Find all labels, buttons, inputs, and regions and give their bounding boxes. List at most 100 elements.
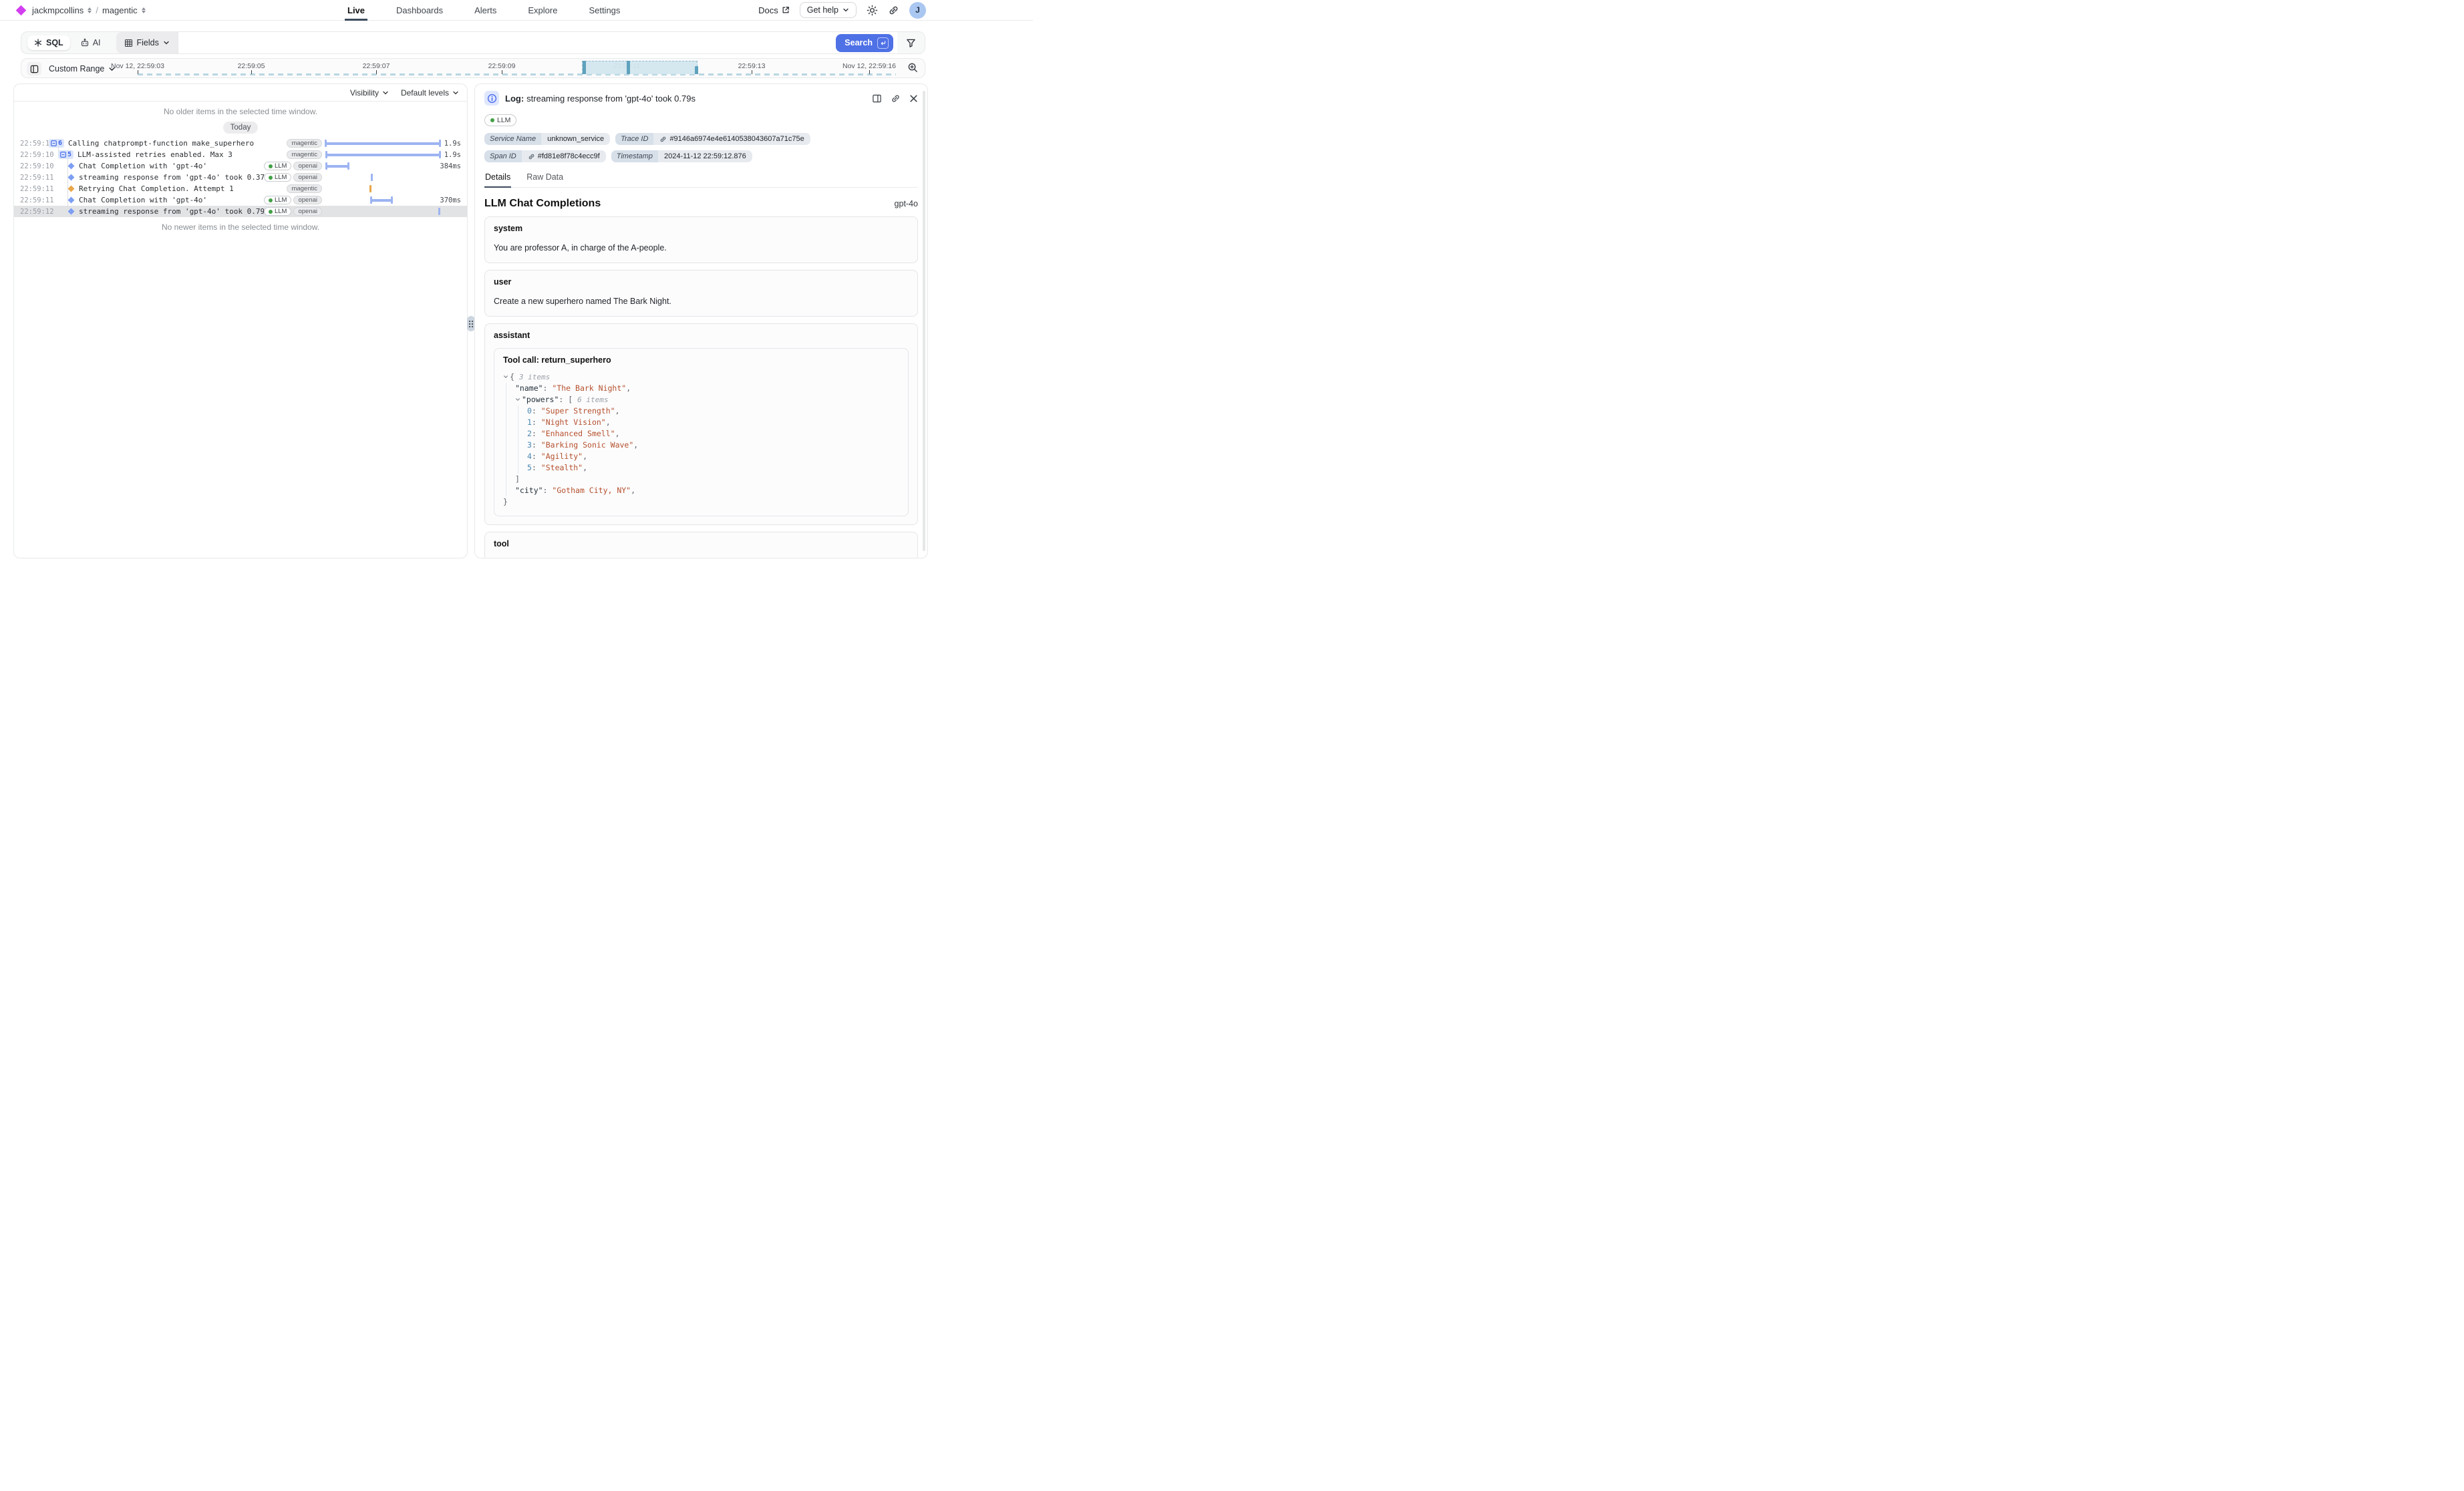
robot-icon (80, 38, 90, 47)
query-toolbar: SQL AI Fields Search (21, 31, 925, 54)
json-line: 0: "Super Strength", (527, 405, 899, 417)
zoom-in-button[interactable] (907, 62, 919, 73)
span-diamond-icon (68, 163, 75, 170)
timeline-tick-label: 22:59:07 (363, 62, 390, 70)
json-line: "name": "The Bark Night", (515, 383, 899, 394)
get-help-label: Get help (807, 5, 838, 15)
log-row[interactable]: 22:59:11streaming response from 'gpt-4o'… (14, 172, 467, 183)
levels-dropdown[interactable]: Default levels (401, 88, 459, 98)
nav-item-explore[interactable]: Explore (528, 0, 557, 21)
llm-status-dot (269, 198, 273, 202)
row-message: Calling chatprompt-function make_superhe… (68, 139, 254, 148)
open-in-view-button[interactable] (872, 94, 882, 104)
visibility-dropdown[interactable]: Visibility (350, 88, 389, 98)
model-name: gpt-4o (895, 199, 918, 208)
chevron-down-icon (842, 7, 849, 13)
meta-value: unknown_service (541, 133, 610, 145)
tab-details[interactable]: Details (484, 171, 511, 187)
tag-badge: magentic (287, 150, 322, 159)
message-text: 1 validation error for Superhero name Va… (494, 558, 909, 559)
row-tags: LLMopenai (264, 206, 322, 217)
close-icon[interactable] (909, 94, 918, 103)
row-tags: magentic (287, 149, 322, 160)
collapse-toggle[interactable]: 5 (58, 150, 73, 159)
project-name: magentic (102, 5, 138, 15)
timeline-tick-label: Nov 12, 22:59:03 (111, 62, 164, 70)
docs-link[interactable]: Docs (758, 5, 790, 15)
tag-badge: openai (293, 207, 322, 216)
tool-call-card: Tool call: return_superhero{ 3 items"nam… (494, 348, 909, 516)
collapse-caret-icon[interactable] (503, 374, 508, 379)
llm-status-dot (269, 164, 273, 168)
meta-label: Span ID (484, 150, 522, 162)
query-input[interactable] (185, 38, 836, 47)
query-input-wrap: Search (178, 32, 897, 53)
message-role: system (494, 224, 909, 233)
meta-value[interactable]: #fd81e8f78c4ecc9f (522, 150, 606, 162)
row-timestamp: 22:59:10 (14, 151, 47, 159)
log-row[interactable]: 22:59:11 Retrying Chat Completion. Attemp… (14, 183, 467, 194)
row-timestamp: 22:59:12 (14, 208, 47, 216)
theme-toggle-button[interactable] (867, 5, 878, 16)
json-line: "city": "Gotham City, NY", (515, 485, 899, 496)
tool-call-json: { 3 items"name": "The Bark Night","power… (503, 371, 899, 508)
meta-timestamp: Timestamp2024-11-12 22:59:12.876 (611, 150, 752, 162)
user-avatar[interactable]: J (909, 2, 926, 19)
row-timestamp: 22:59:11 (14, 185, 47, 193)
nav-item-alerts[interactable]: Alerts (474, 0, 496, 21)
collapse-caret-icon[interactable] (515, 397, 520, 402)
row-message: Retrying Chat Completion. Attempt 1 (79, 184, 234, 193)
row-timestamp: 22:59:10 (14, 140, 47, 148)
share-link-button[interactable] (888, 5, 899, 16)
row-timestamp: 22:59:11 (14, 196, 47, 204)
json-line: "powers": [ 6 items (515, 394, 899, 405)
tag-badge: magentic (287, 184, 322, 193)
org-name: jackmpcollins (32, 5, 84, 15)
log-row[interactable]: 22:59:12 streaming response from 'gpt-4o'… (14, 206, 467, 217)
span-duration-bar (371, 199, 392, 202)
get-help-button[interactable]: Get help (800, 2, 857, 18)
app-header: jackmpcollins / magentic Live Dashboards A… (0, 0, 1033, 21)
row-message: streaming response from 'gpt-4o' took 0.… (79, 207, 269, 216)
visibility-label: Visibility (350, 88, 379, 98)
meta-value[interactable]: #9146a6974e4e6140538043607a71c75e (653, 133, 810, 145)
log-row[interactable]: 22:59:106 Calling chatprompt-function mak… (14, 138, 467, 149)
message-card-tool: tool 1 validation error for Superhero nam… (484, 532, 918, 559)
breadcrumb-separator: / (96, 5, 98, 15)
json-line: 4: "Agility", (527, 451, 899, 462)
json-children: "name": "The Bark Night","powers": [ 6 i… (506, 383, 899, 496)
sql-mode-button[interactable]: SQL (27, 35, 70, 50)
link-icon (659, 136, 667, 143)
scrollbar[interactable] (923, 91, 925, 551)
main-nav: Live Dashboards Alerts Explore Settings (347, 0, 620, 21)
llm-tag-badge: LLM (484, 114, 516, 126)
nav-item-live[interactable]: Live (347, 0, 365, 21)
row-message: Chat Completion with 'gpt-4o' (79, 196, 207, 204)
timeline-selection-brush[interactable] (582, 61, 698, 74)
fields-button[interactable]: Fields (116, 32, 178, 53)
no-older-notice: No older items in the selected time wind… (14, 102, 467, 118)
row-message: Chat Completion with 'gpt-4o' (79, 162, 207, 170)
log-row[interactable]: 22:59:10Chat Completion with 'gpt-4o'LLM… (14, 160, 467, 172)
log-row[interactable]: 22:59:11Chat Completion with 'gpt-4o'LLM… (14, 194, 467, 206)
message-role: tool (494, 539, 909, 548)
meta-trace-id: Trace ID#9146a6974e4e6140538043607a71c75… (615, 133, 810, 145)
project-selector[interactable]: magentic (102, 5, 146, 15)
collapse-toggle[interactable]: 6 (49, 139, 64, 148)
ai-mode-button[interactable]: AI (76, 35, 105, 50)
search-button[interactable]: Search (836, 34, 893, 52)
sort-carets-icon (142, 7, 146, 13)
timeline-tick-label: Nov 12, 22:59:16 (842, 62, 896, 70)
timeline-track[interactable]: Nov 12, 22:59:0322:59:0522:59:0722:59:09… (21, 59, 925, 77)
tab-raw-data[interactable]: Raw Data (526, 171, 564, 187)
link-icon (528, 153, 535, 160)
no-newer-notice: No newer items in the selected time wind… (14, 217, 467, 233)
org-selector[interactable]: jackmpcollins (32, 5, 92, 15)
copy-link-button[interactable] (891, 94, 901, 104)
message-role: assistant (494, 331, 909, 340)
filter-button[interactable] (897, 32, 925, 53)
log-row[interactable]: 22:59:105LLM-assisted retries enabled. M… (14, 149, 467, 160)
log-list-panel: Visibility Default levels No older items… (13, 84, 468, 558)
nav-item-dashboards[interactable]: Dashboards (396, 0, 443, 21)
nav-item-settings[interactable]: Settings (589, 0, 620, 21)
